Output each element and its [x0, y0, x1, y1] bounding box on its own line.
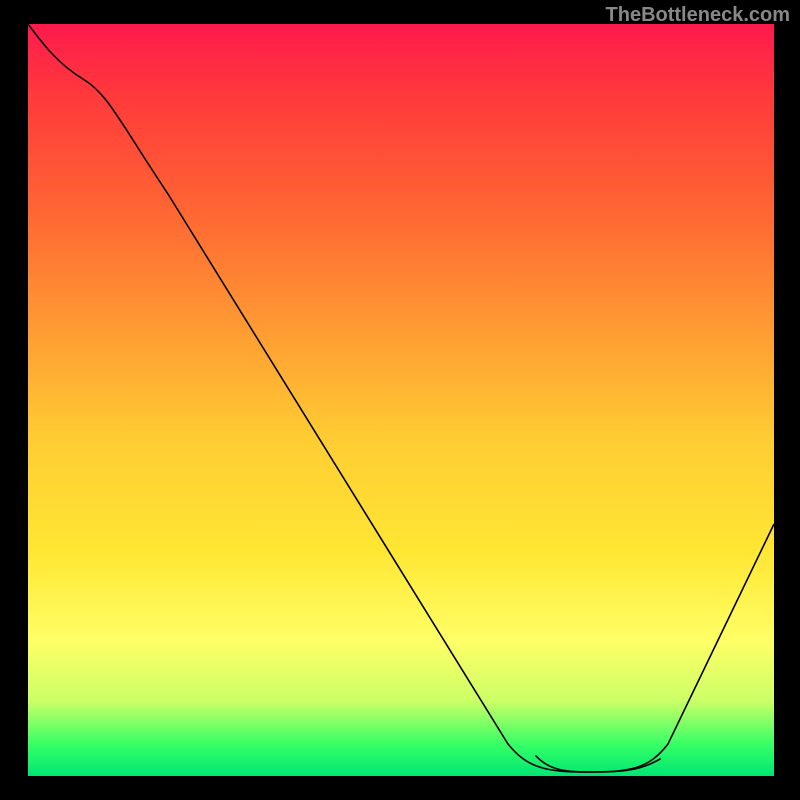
bottleneck-curve-path	[28, 24, 774, 772]
chart-svg	[28, 24, 774, 776]
chart-plot-area	[28, 24, 774, 776]
watermark-text: TheBottleneck.com	[606, 4, 790, 27]
